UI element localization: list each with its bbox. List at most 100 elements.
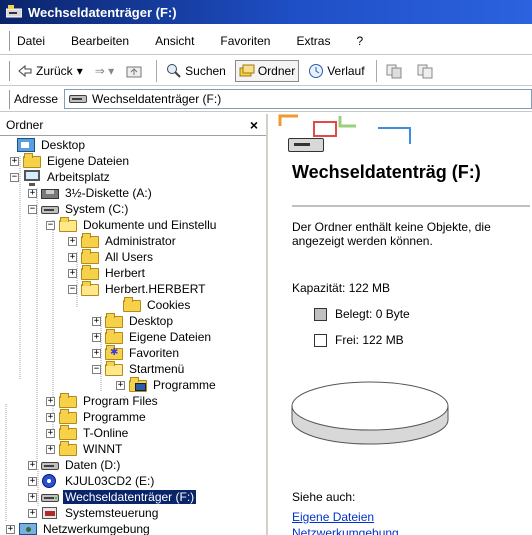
folder-icon — [59, 441, 77, 456]
tree-node[interactable]: + T-Online — [46, 425, 130, 441]
expand-icon[interactable]: + — [92, 348, 101, 358]
back-dropdown-icon[interactable]: ▾ — [77, 64, 83, 78]
tree-node[interactable]: + Favoriten — [92, 345, 181, 361]
folders-label: Ordner — [257, 63, 296, 78]
tree-node[interactable]: + WINNT — [46, 441, 124, 457]
menubar-grip[interactable] — [7, 31, 10, 51]
tree-node[interactable]: + Systemsteuerung — [28, 505, 160, 521]
expand-icon[interactable]: + — [28, 476, 37, 486]
menu-ansicht[interactable]: Ansicht — [152, 32, 197, 50]
menu-bearbeiten[interactable]: Bearbeiten — [68, 32, 132, 50]
tree-node[interactable]: − Arbeitsplatz — [10, 169, 112, 186]
folders-pane-header: Ordner × — [0, 114, 266, 136]
tree-node[interactable]: − Startmenü — [92, 361, 186, 377]
toolbar-grip[interactable] — [7, 61, 10, 81]
expand-icon[interactable]: + — [28, 492, 37, 502]
tree-node[interactable]: + Herbert — [68, 265, 147, 281]
details-title: Wechseldatenträg (F:) — [292, 162, 481, 182]
search-button[interactable]: Suchen — [163, 61, 229, 81]
expand-icon[interactable]: + — [28, 188, 37, 198]
used-space-swatch — [314, 307, 327, 321]
forward-button[interactable]: ⇒ ▾ — [92, 62, 117, 80]
expand-icon[interactable]: + — [92, 332, 101, 342]
folder-icon — [59, 425, 77, 440]
menu-help[interactable]: ? — [353, 32, 366, 50]
copy-to-button[interactable] — [414, 61, 439, 81]
tree-node[interactable]: + Programme — [116, 377, 218, 393]
move-to-button[interactable] — [383, 61, 408, 81]
removable-drive-icon — [69, 94, 88, 104]
programs-folder-icon — [129, 377, 147, 392]
tree-node-label: Programme — [83, 410, 146, 424]
addressbar-grip[interactable] — [7, 90, 10, 109]
expand-icon[interactable]: + — [92, 316, 101, 326]
collapse-icon[interactable]: − — [28, 204, 37, 214]
tree-node[interactable]: − Herbert.HERBERT — [68, 281, 207, 297]
tree-node[interactable]: + All Users — [68, 249, 155, 265]
expand-icon[interactable]: + — [68, 268, 77, 278]
tree-node-label: Daten (D:) — [65, 458, 121, 472]
folders-button[interactable]: Ordner — [234, 59, 300, 82]
expand-icon[interactable]: + — [68, 252, 77, 262]
expand-icon[interactable]: + — [68, 236, 77, 246]
tree-node[interactable]: + Administrator — [68, 233, 178, 249]
history-button[interactable]: Verlauf — [305, 61, 367, 81]
expand-icon[interactable]: + — [46, 428, 55, 438]
collapse-icon[interactable]: − — [10, 172, 19, 182]
tree-node-label: Herbert — [105, 266, 146, 280]
menu-favoriten[interactable]: Favoriten — [217, 32, 273, 50]
desktop-icon — [17, 138, 35, 152]
tree-node[interactable]: + Daten (D:) — [28, 457, 122, 473]
tree-node[interactable]: − Dokumente und Einstellu — [46, 217, 218, 233]
expand-icon[interactable]: + — [46, 444, 55, 454]
tree-node[interactable]: + Program Files — [46, 393, 160, 409]
expand-icon[interactable]: + — [28, 508, 37, 518]
expand-icon[interactable]: + — [6, 524, 15, 534]
collapse-icon[interactable]: − — [92, 364, 101, 374]
close-icon[interactable]: × — [250, 117, 258, 133]
tree-node[interactable]: − System (C:) — [28, 201, 130, 217]
expand-icon[interactable]: + — [10, 156, 19, 166]
collapse-icon[interactable]: − — [46, 220, 55, 230]
forward-arrow-icon: ⇒ ▾ — [94, 63, 115, 78]
folder-icon — [59, 409, 77, 424]
back-button[interactable]: Zurück ▾ — [14, 61, 86, 81]
menu-extras[interactable]: Extras — [293, 32, 333, 50]
tree-node[interactable]: + Eigene Dateien — [10, 153, 131, 169]
tree-node[interactable]: + Eigene Dateien — [92, 329, 213, 345]
empty-folder-message: Der Ordner enthält keine Objekte, die an… — [292, 220, 491, 248]
title-divider — [292, 205, 530, 207]
folder-icon — [105, 313, 123, 328]
back-arrow-icon — [17, 63, 33, 79]
address-bar: Adresse Wechseldatenträger (F:) — [0, 87, 532, 112]
expand-icon[interactable]: + — [46, 396, 55, 406]
tree-node[interactable]: Desktop — [4, 137, 87, 153]
tree-node[interactable]: + Wechseldatenträger (F:) — [28, 489, 197, 505]
see-also-label: Siehe auch: — [292, 490, 356, 504]
link-eigene-dateien[interactable]: Eigene Dateien — [292, 510, 374, 524]
free-space-text: Frei: 122 MB — [335, 333, 404, 347]
tree-node[interactable]: + Programme — [46, 409, 148, 425]
tree-node[interactable]: + KJUL03CD2 (E:) — [28, 473, 156, 489]
tree-node-label: 3½-Diskette (A:) — [65, 186, 152, 200]
link-netzwerkumgebung[interactable]: Netzwerkumgebung — [292, 526, 399, 535]
network-icon — [19, 522, 37, 535]
up-button[interactable] — [123, 61, 148, 81]
folders-icon — [239, 63, 255, 79]
tree-node[interactable]: +3½-Diskette (A:) — [28, 185, 154, 201]
menu-bar: Datei Bearbeiten Ansicht Favoriten Extra… — [0, 27, 532, 55]
tree-node[interactable]: + Netzwerkumgebung — [6, 521, 152, 535]
removable-drive-icon — [41, 490, 59, 504]
expand-icon[interactable]: + — [28, 460, 37, 470]
tree-node-label: Administrator — [105, 234, 176, 248]
tree-node[interactable]: Cookies — [110, 297, 192, 313]
toolbar: Zurück ▾ ⇒ ▾ Suchen Ordner Verlauf — [0, 56, 532, 86]
expand-icon[interactable]: + — [116, 380, 125, 390]
tree-node-label: T-Online — [83, 426, 129, 440]
address-input[interactable]: Wechseldatenträger (F:) — [64, 89, 532, 109]
tree-node[interactable]: + Desktop — [92, 313, 175, 329]
expand-icon[interactable]: + — [46, 412, 55, 422]
collapse-icon[interactable]: − — [68, 284, 77, 294]
menu-datei[interactable]: Datei — [14, 32, 48, 50]
tree-node-label: Eigene Dateien — [129, 330, 212, 344]
